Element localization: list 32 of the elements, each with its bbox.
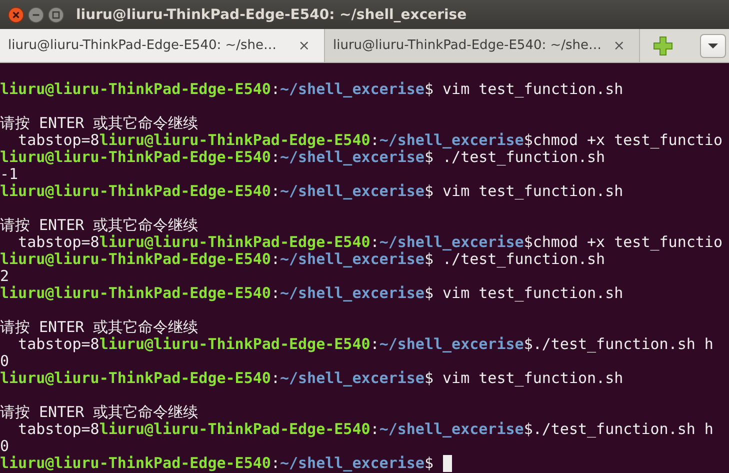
terminal-line: liuru@liuru-ThinkPad-Edge-E540:~/shell_excerise$ vim test_function.sh — [0, 81, 624, 98]
terminal-line: liuru@liuru-ThinkPad-Edge-E540:~/shell_excerise$ — [0, 455, 434, 472]
maximize-icon[interactable] — [48, 6, 64, 22]
terminal-line: liuru@liuru-ThinkPad-Edge-E540:~/shell_excerise$ vim test_function.sh — [0, 183, 624, 200]
terminal-line: 0 — [0, 353, 10, 370]
tab-close-button[interactable]: × — [294, 38, 314, 54]
terminal-tab[interactable]: liuru@liuru-ThinkPad-Edge-E540: ~/she… × — [0, 29, 325, 62]
terminal-line: liuru@liuru-ThinkPad-Edge-E540:~/shell_excerise$ vim test_function.sh — [0, 370, 624, 387]
terminal-line: 请按 ENTER 或其它命令继续 — [0, 319, 198, 336]
terminal-line: 0 — [0, 438, 10, 455]
tab-menu-button[interactable] — [700, 34, 726, 58]
terminal-line: tabstop=8liuru@liuru-ThinkPad-Edge-E540:~/shell_excerise$chmod +x test_functio — [17, 234, 722, 251]
terminal-line: liuru@liuru-ThinkPad-Edge-E540:~/shell_excerise$ vim test_function.sh — [0, 285, 624, 302]
terminal-line: tabstop=8liuru@liuru-ThinkPad-Edge-E540:~/shell_excerise$./test_function.sh h — [17, 336, 714, 353]
caret-icon — [707, 42, 719, 50]
tab-label: liuru@liuru-ThinkPad-Edge-E540: ~/she… — [333, 38, 602, 53]
terminal-line: -1 — [0, 166, 18, 183]
terminal-line: 请按 ENTER 或其它命令继续 — [0, 115, 198, 132]
plus-icon[interactable] — [653, 36, 673, 56]
window-title: liuru@liuru-ThinkPad-Edge-E540: ~/shell_excerise — [76, 6, 467, 22]
terminal-line: liuru@liuru-ThinkPad-Edge-E540:~/shell_excerise$ ./test_function.sh — [0, 251, 606, 268]
terminal-tab[interactable]: liuru@liuru-ThinkPad-Edge-E540: ~/she… × — [325, 29, 640, 62]
terminal-line: liuru@liuru-ThinkPad-Edge-E540:~/shell_excerise$ ./test_function.sh — [0, 149, 606, 166]
minimize-icon[interactable] — [28, 6, 44, 22]
terminal-line: tabstop=8liuru@liuru-ThinkPad-Edge-E540:~/shell_excerise$./test_function.sh h — [17, 421, 714, 438]
terminal-line: 请按 ENTER 或其它命令继续 — [0, 404, 198, 421]
tab-label: liuru@liuru-ThinkPad-Edge-E540: ~/she… — [8, 38, 277, 53]
tab-close-button[interactable]: × — [609, 38, 629, 54]
close-icon[interactable] — [8, 6, 24, 22]
terminal-line: 2 — [0, 268, 10, 285]
terminal-line: 请按 ENTER 或其它命令继续 — [0, 217, 198, 234]
terminal-line: tabstop=8liuru@liuru-ThinkPad-Edge-E540:~/shell_excerise$chmod +x test_functio — [17, 132, 722, 149]
